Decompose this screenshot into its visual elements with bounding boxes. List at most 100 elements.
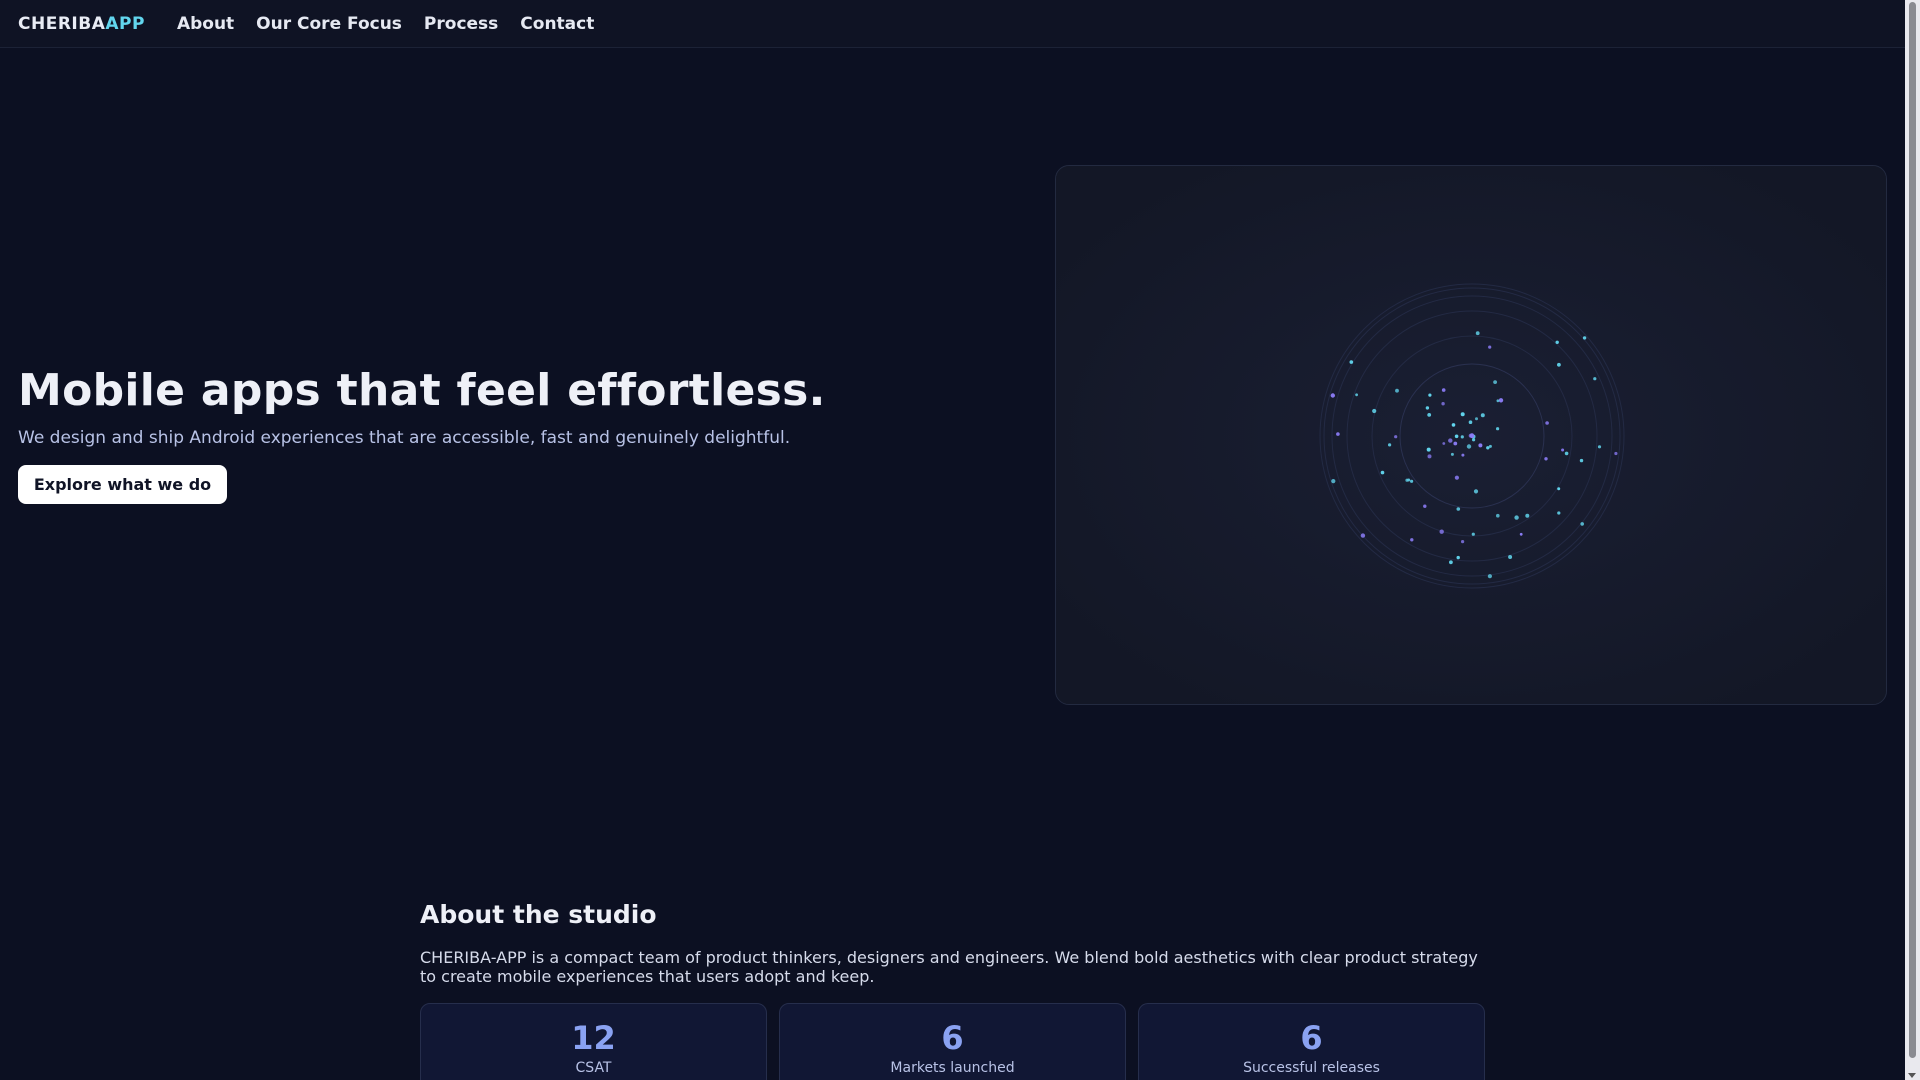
particle-dot bbox=[1427, 413, 1432, 417]
particle-dot bbox=[1468, 420, 1473, 424]
nav-link-process[interactable]: Process bbox=[424, 14, 498, 34]
particle-dot bbox=[1442, 442, 1446, 445]
particle-dot bbox=[1410, 479, 1414, 483]
particle-dot bbox=[1579, 458, 1584, 463]
particle-dot bbox=[1454, 434, 1459, 439]
stat-value: 12 bbox=[571, 1019, 616, 1057]
stat-card-markets: 6 Markets launched bbox=[779, 1003, 1126, 1080]
page-scrollbar[interactable] bbox=[1905, 0, 1920, 1080]
particle-dot bbox=[1460, 435, 1464, 439]
particle-dot bbox=[1580, 522, 1584, 526]
particle-dot bbox=[1456, 507, 1461, 511]
particle-dot bbox=[1330, 393, 1335, 398]
page: CHERIBAAPP About Our Core Focus Process … bbox=[0, 0, 1920, 1080]
nav-link-contact[interactable]: Contact bbox=[520, 14, 594, 34]
particle-dot bbox=[1525, 513, 1530, 518]
particle-dot bbox=[1488, 345, 1492, 349]
brand-logo[interactable]: CHERIBAAPP bbox=[18, 14, 145, 34]
particle-dot bbox=[1426, 447, 1431, 452]
explore-button[interactable]: Explore what we do bbox=[18, 465, 227, 504]
particle-dot bbox=[1496, 513, 1500, 518]
particle-dot bbox=[1451, 423, 1456, 427]
about-description: CHERIBA-APP is a compact team of product… bbox=[420, 948, 1478, 986]
top-navigation: CHERIBAAPP About Our Core Focus Process … bbox=[0, 0, 1905, 48]
particle-dot bbox=[1441, 388, 1446, 392]
particle-dot bbox=[1472, 438, 1476, 442]
stat-value: 6 bbox=[941, 1019, 964, 1057]
particle-dot bbox=[1555, 340, 1559, 344]
particle-dot bbox=[1336, 432, 1340, 436]
scrollbar-thumb[interactable] bbox=[1909, 2, 1916, 1058]
particle-dot bbox=[1360, 533, 1366, 538]
about-title: About the studio bbox=[420, 900, 657, 929]
particle-dot bbox=[1380, 470, 1385, 475]
nav-link-about[interactable]: About bbox=[177, 14, 234, 34]
scroll-down-arrow-icon[interactable] bbox=[1908, 1073, 1916, 1078]
particle-dot bbox=[1473, 489, 1479, 494]
particle-dot bbox=[1427, 454, 1432, 459]
particle-dot bbox=[1545, 421, 1549, 425]
nav-link-core-focus[interactable]: Our Core Focus bbox=[256, 14, 402, 34]
stat-card-csat: 12 CSAT bbox=[420, 1003, 767, 1080]
hero-visual-panel bbox=[1055, 165, 1887, 705]
particle-dot bbox=[1582, 336, 1587, 340]
particle-dot bbox=[1557, 511, 1561, 515]
particle-dot bbox=[1423, 504, 1427, 508]
particle-dot bbox=[1493, 380, 1497, 384]
stat-label: CSAT bbox=[575, 1060, 612, 1076]
particle-dot bbox=[1557, 487, 1561, 491]
particle-dot bbox=[1557, 362, 1561, 367]
particle-dot bbox=[1469, 433, 1475, 438]
stat-card-releases: 6 Successful releases bbox=[1138, 1003, 1485, 1080]
particle-dot bbox=[1372, 408, 1377, 414]
particle-dot bbox=[1478, 443, 1483, 448]
particle-dot bbox=[1514, 515, 1519, 520]
particle-dot bbox=[1448, 438, 1453, 443]
hero-title: Mobile apps that feel effortless. bbox=[18, 365, 826, 416]
particle-dot bbox=[1428, 393, 1432, 397]
brand-accent: APP bbox=[105, 13, 145, 34]
stats-row: 12 CSAT 6 Markets launched 6 Successful … bbox=[420, 1003, 1485, 1080]
particle-dot bbox=[1614, 451, 1618, 456]
particle-dot bbox=[1471, 532, 1475, 536]
particle-dot bbox=[1388, 443, 1392, 447]
particle-dot bbox=[1460, 412, 1465, 417]
particle-dot bbox=[1475, 331, 1480, 336]
particle-dot bbox=[1394, 435, 1398, 439]
particle-dot bbox=[1454, 475, 1459, 480]
particle-dot bbox=[1461, 540, 1465, 544]
particle-dot bbox=[1486, 446, 1490, 450]
particle-dot bbox=[1331, 479, 1336, 484]
stat-value: 6 bbox=[1300, 1019, 1323, 1057]
particle-dot bbox=[1349, 360, 1354, 364]
particle-dot bbox=[1498, 398, 1504, 403]
particle-dot bbox=[1395, 388, 1399, 393]
particle-dot bbox=[1475, 417, 1478, 421]
particle-dot bbox=[1441, 402, 1445, 406]
particle-dot bbox=[1425, 406, 1430, 410]
particle-dot bbox=[1487, 574, 1492, 579]
particle-dot bbox=[1508, 555, 1513, 559]
particle-dot bbox=[1410, 538, 1414, 542]
particle-dot bbox=[1461, 453, 1465, 457]
particle-dot bbox=[1439, 529, 1444, 534]
particle-dot bbox=[1561, 448, 1565, 452]
particle-dot bbox=[1480, 413, 1485, 418]
particle-dot bbox=[1496, 427, 1500, 431]
particle-dot bbox=[1449, 560, 1453, 565]
orbit-particle-graphic bbox=[1056, 166, 1886, 704]
stat-label: Markets launched bbox=[890, 1060, 1015, 1076]
particle-dot bbox=[1450, 452, 1454, 456]
particle-dot bbox=[1453, 441, 1458, 446]
particle-dot bbox=[1519, 532, 1523, 536]
particle-dot bbox=[1405, 478, 1409, 482]
hero-subtitle: We design and ship Android experiences t… bbox=[18, 428, 791, 448]
particle-dot bbox=[1496, 399, 1500, 403]
nav-links: About Our Core Focus Process Contact bbox=[177, 14, 594, 34]
particle-dot bbox=[1355, 393, 1358, 397]
particle-dot bbox=[1466, 444, 1472, 449]
particle-dot bbox=[1597, 445, 1602, 449]
particle-dot bbox=[1544, 457, 1548, 461]
brand-name: CHERIBA bbox=[18, 13, 106, 34]
particle-dot bbox=[1593, 377, 1597, 381]
